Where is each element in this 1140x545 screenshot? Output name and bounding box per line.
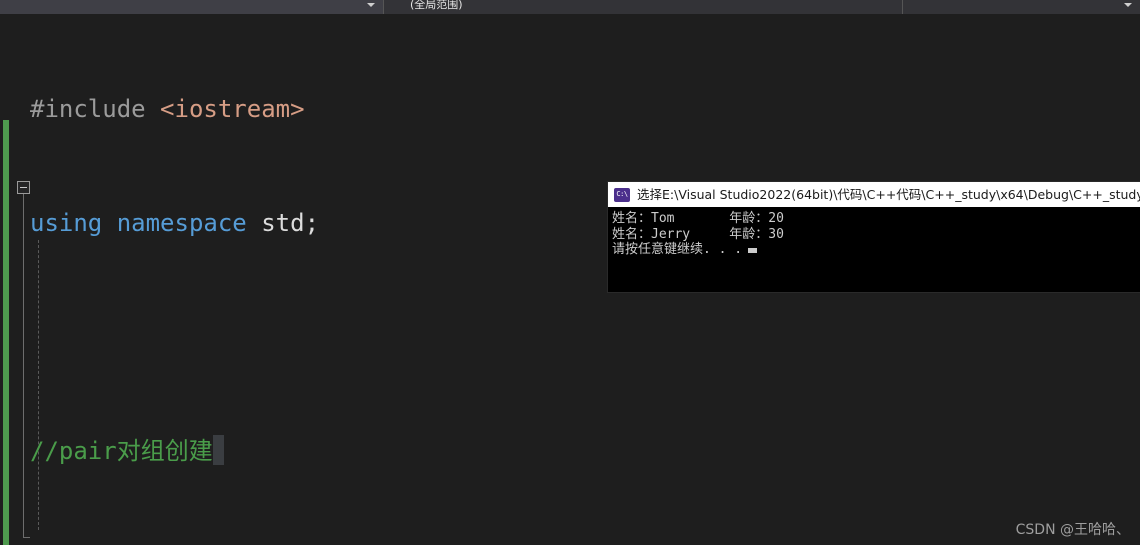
fold-collapse-icon[interactable] — [17, 181, 30, 194]
chevron-down-icon — [367, 2, 375, 7]
token-include-directive: #include — [30, 95, 146, 123]
console-icon-label: C:\ — [616, 190, 628, 198]
navbar-right-dropdown[interactable] — [903, 0, 1140, 14]
code-line-4[interactable]: //pair对组创建 — [30, 432, 993, 470]
console-output-line-wrapper: 请按任意键继续. . . — [612, 242, 1138, 258]
change-tracking-bar — [3, 120, 9, 545]
console-output-line: 姓名：Tom 年龄：20 — [612, 211, 784, 226]
chevron-down-icon — [1124, 2, 1132, 7]
console-cursor — [748, 248, 758, 253]
navbar-left-dropdown[interactable] — [0, 0, 383, 14]
navbar-scope-dropdown[interactable]: (全局范围) — [383, 0, 903, 14]
fold-region-line — [23, 194, 24, 538]
console-title-text: 选择E:\Visual Studio2022(64bit)\代码\C++代码\C… — [637, 186, 1140, 202]
fold-region-foot — [23, 537, 30, 538]
console-output-line: 请按任意键继续. . . — [612, 242, 743, 257]
token-include-header: <iostream> — [160, 95, 305, 123]
token-using: using — [30, 209, 103, 237]
console-output: 姓名：Tom 年龄：20 姓名：Jerry 年龄：30 请按任意键继续. . . — [608, 207, 1140, 258]
console-window[interactable]: C:\ 选择E:\Visual Studio2022(64bit)\代码\C++… — [608, 182, 1140, 292]
editor-navigation-bar: (全局范围) — [0, 0, 1140, 14]
csdn-watermark: CSDN @王哈哈、 — [1015, 522, 1130, 538]
code-line-1[interactable]: #include <iostream> — [30, 90, 993, 128]
token-namespace: namespace — [116, 209, 247, 237]
token-std: std — [261, 209, 305, 237]
code-editor-surface[interactable]: #include <iostream> using namespace std;… — [0, 14, 1140, 545]
console-app-icon: C:\ — [614, 187, 630, 202]
token-comment-pair-create: //pair对组创建 — [30, 437, 213, 465]
console-title-bar[interactable]: C:\ 选择E:\Visual Studio2022(64bit)\代码\C++… — [608, 182, 1140, 207]
selection-caret-block — [212, 435, 224, 465]
navbar-scope-dropdown-value: (全局范围) — [410, 0, 463, 11]
console-output-line: 姓名：Jerry 年龄：30 — [612, 226, 784, 242]
code-line-3-blank — [30, 318, 993, 356]
token-semicolon: ; — [304, 209, 320, 237]
